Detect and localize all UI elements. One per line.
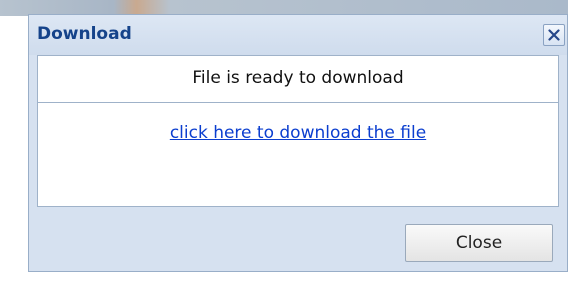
dialog-body: File is ready to download click here to … [37,55,559,207]
dialog-titlebar[interactable]: Download [29,15,567,55]
download-link[interactable]: click here to download the file [38,122,558,144]
divider [38,102,558,103]
close-x-glyph [548,29,560,41]
dialog-title: Download [37,24,132,44]
status-message: File is ready to download [192,68,404,88]
screen: Download File is ready to download click… [0,0,568,286]
download-dialog: Download File is ready to download click… [28,14,568,272]
close-button[interactable]: Close [405,224,553,262]
close-icon[interactable] [543,24,565,46]
